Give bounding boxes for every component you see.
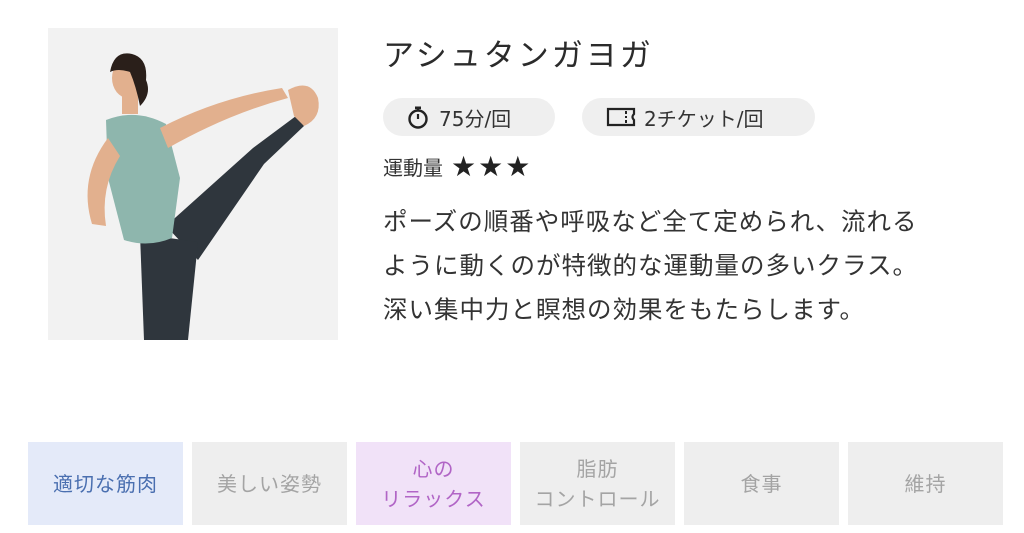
ticket-badge: 2チケット/回 <box>582 98 815 136</box>
duration-text: 75分/回 <box>439 106 512 131</box>
intensity-label: 運動量 <box>383 156 443 180</box>
ticket-icon <box>606 105 636 129</box>
ticket-text: 2チケット/回 <box>644 106 764 131</box>
tag-label: 美しい姿勢 <box>217 471 322 496</box>
tag-label: リラックス <box>381 486 486 511</box>
class-description: ポーズの順番や呼吸など全て定められ、流れる ように動くのが特徴的な運動量の多いク… <box>383 200 1003 332</box>
tag-label: 脂肪 <box>576 456 619 481</box>
tag-posture: 美しい姿勢 <box>192 442 347 525</box>
tag-relax: 心の リラックス <box>356 442 511 525</box>
tag-fat-control: 脂肪 コントロール <box>520 442 675 525</box>
tag-maintenance: 維持 <box>848 442 1003 525</box>
duration-badge: 75分/回 <box>383 98 555 136</box>
tag-label: 食事 <box>740 471 783 496</box>
stopwatch-icon <box>405 104 431 130</box>
intensity-rating: 運動量 ★★★ <box>383 152 532 181</box>
tag-label: 維持 <box>904 471 947 496</box>
description-line: 深い集中力と瞑想の効果をもたらします。 <box>383 295 866 324</box>
benefit-tags: 適切な筋肉 美しい姿勢 心の リラックス 脂肪 コントロール 食事 維持 <box>28 442 1003 525</box>
description-line: ように動くのが特徴的な運動量の多いクラス。 <box>383 251 919 280</box>
tag-label: 心の <box>412 456 455 481</box>
intensity-stars: ★★★ <box>451 149 533 183</box>
class-title: アシュタンガヨガ <box>383 38 654 74</box>
tag-muscle: 適切な筋肉 <box>28 442 183 525</box>
description-line: ポーズの順番や呼吸など全て定められ、流れる <box>383 207 918 236</box>
class-photo <box>48 28 338 340</box>
tag-diet: 食事 <box>684 442 839 525</box>
tag-label: 適切な筋肉 <box>53 471 158 496</box>
tag-label: コントロール <box>534 486 661 511</box>
